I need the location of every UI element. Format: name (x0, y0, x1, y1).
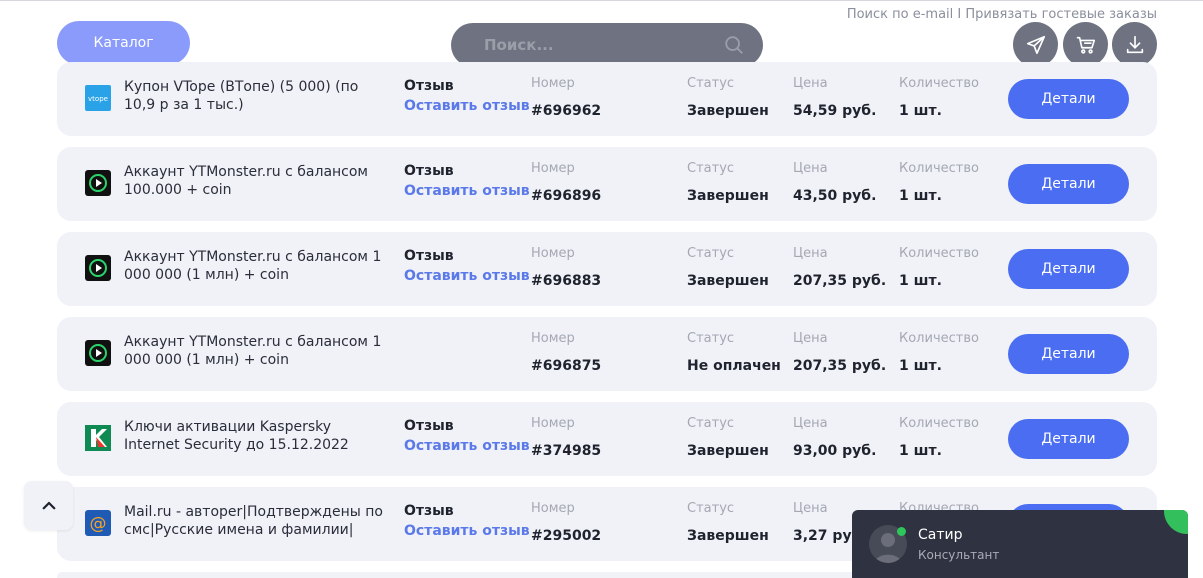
cart-icon (1076, 36, 1095, 54)
account-links-text[interactable]: Поиск по e-mail I Привязать гостевые зак… (847, 7, 1157, 22)
order-status-label: Статус (687, 416, 735, 431)
order-status-label: Статус (687, 246, 735, 261)
consultant-role: Консультант (918, 548, 1000, 562)
details-button[interactable]: Детали (1008, 164, 1129, 204)
order-quantity: 1 шт. (899, 103, 942, 119)
order-number-label: Номер (531, 161, 575, 176)
order-status: Завершен (687, 188, 769, 204)
order-number: #295002 (531, 528, 602, 544)
telegram-icon (1026, 35, 1045, 54)
review-label: Отзыв (404, 163, 454, 179)
order-status-label: Статус (687, 331, 735, 346)
search-bar[interactable] (451, 23, 763, 67)
order-quantity-label: Количество (899, 161, 979, 176)
order-quantity-label: Количество (899, 416, 979, 431)
details-button[interactable]: Детали (1008, 419, 1129, 459)
order-price-label: Цена (793, 161, 828, 176)
order-number: #696883 (531, 273, 602, 289)
download-button[interactable] (1112, 22, 1157, 67)
order-price: 43,50 руб. (793, 188, 877, 204)
order-title[interactable]: Аккаунт YTMonster.ru с балансом 100.000 … (124, 163, 389, 199)
review-label: Отзыв (404, 503, 454, 519)
order-number: #696896 (531, 188, 602, 204)
order-status-label: Статус (687, 76, 735, 91)
order-quantity-label: Количество (899, 331, 979, 346)
order-title[interactable]: Ключи активации Kaspersky Internet Secur… (124, 418, 389, 454)
order-price-label: Цена (793, 501, 828, 516)
order-row: Аккаунт YTMonster.ru с балансом 1 000 00… (57, 232, 1157, 306)
telegram-button[interactable] (1013, 22, 1058, 67)
order-status-label: Статус (687, 501, 735, 516)
details-button[interactable]: Детали (1008, 334, 1129, 374)
order-title[interactable]: Аккаунт YTMonster.ru с балансом 1 000 00… (124, 248, 389, 284)
scroll-top-button[interactable] (24, 481, 73, 530)
vtope-logo: vtope (85, 85, 111, 111)
leave-review-link[interactable]: Оставить отзыв (404, 98, 530, 114)
online-status-dot (897, 527, 906, 536)
order-price-label: Цена (793, 76, 828, 91)
order-status: Завершен (687, 443, 769, 459)
search-input[interactable] (484, 36, 714, 54)
order-number-label: Номер (531, 246, 575, 261)
order-quantity: 1 шт. (899, 358, 942, 374)
search-icon[interactable] (723, 34, 745, 56)
catalog-button[interactable]: Каталог (57, 21, 190, 65)
svg-text:vtope: vtope (88, 95, 108, 103)
top-border (0, 0, 1203, 1)
order-status-label: Статус (687, 161, 735, 176)
order-status: Завершен (687, 103, 769, 119)
order-title[interactable]: Mail.ru - автореr|Подтверждены по смс|Ру… (124, 503, 389, 539)
order-quantity: 1 шт. (899, 273, 942, 289)
chat-widget[interactable]: Сатир Консультант (852, 510, 1188, 578)
order-number: #696875 (531, 358, 602, 374)
cart-button[interactable] (1063, 22, 1108, 67)
order-status: Завершен (687, 273, 769, 289)
order-row: vtope Купон VTope (ВТопе) (5 000) (по 10,… (57, 62, 1157, 136)
ytmonster-logo (85, 340, 111, 366)
leave-review-link[interactable]: Оставить отзыв (404, 183, 530, 199)
order-price: 93,00 руб. (793, 443, 877, 459)
order-title[interactable]: Аккаунт YTMonster.ru с балансом 1 000 00… (124, 333, 389, 369)
order-status: Не оплачен (687, 358, 781, 374)
mailru-logo: @ (85, 510, 111, 536)
order-number-label: Номер (531, 76, 575, 91)
download-icon (1126, 35, 1143, 53)
ytmonster-logo (85, 255, 111, 281)
details-button[interactable]: Детали (1008, 79, 1129, 119)
order-row: Аккаунт YTMonster.ru с балансом 1 000 00… (57, 317, 1157, 391)
order-title[interactable]: Купон VTope (ВТопе) (5 000) (по 10,9 р з… (124, 78, 389, 114)
review-label: Отзыв (404, 248, 454, 264)
svg-text:@: @ (90, 514, 107, 534)
order-price: 207,35 руб. (793, 358, 887, 374)
leave-review-link[interactable]: Оставить отзыв (404, 268, 530, 284)
order-quantity-label: Количество (899, 76, 979, 91)
details-button[interactable]: Детали (1008, 249, 1129, 289)
order-number: #374985 (531, 443, 602, 459)
order-number-label: Номер (531, 501, 575, 516)
order-row: Ключи активации Kaspersky Internet Secur… (57, 402, 1157, 476)
order-quantity: 1 шт. (899, 188, 942, 204)
ytmonster-logo (85, 170, 111, 196)
review-label: Отзыв (404, 418, 454, 434)
order-price: 54,59 руб. (793, 103, 877, 119)
kaspersky-logo (85, 425, 111, 451)
order-quantity-label: Количество (899, 246, 979, 261)
order-price-label: Цена (793, 331, 828, 346)
order-quantity: 1 шт. (899, 443, 942, 459)
order-price-label: Цена (793, 246, 828, 261)
account-links[interactable]: Поиск по e-mail I Привязать гостевые зак… (847, 7, 1157, 22)
chat-corner-badge (1164, 510, 1188, 534)
leave-review-link[interactable]: Оставить отзыв (404, 523, 530, 539)
order-number-label: Номер (531, 416, 575, 431)
leave-review-link[interactable]: Оставить отзыв (404, 438, 530, 454)
consultant-name: Сатир (918, 527, 963, 543)
order-number: #696962 (531, 103, 602, 119)
order-price: 207,35 руб. (793, 273, 887, 289)
review-label: Отзыв (404, 78, 454, 94)
order-status: Завершен (687, 528, 769, 544)
order-row: Аккаунт YTMonster.ru с балансом 100.000 … (57, 147, 1157, 221)
chevron-up-icon (42, 501, 55, 509)
order-number-label: Номер (531, 331, 575, 346)
order-price-label: Цена (793, 416, 828, 431)
